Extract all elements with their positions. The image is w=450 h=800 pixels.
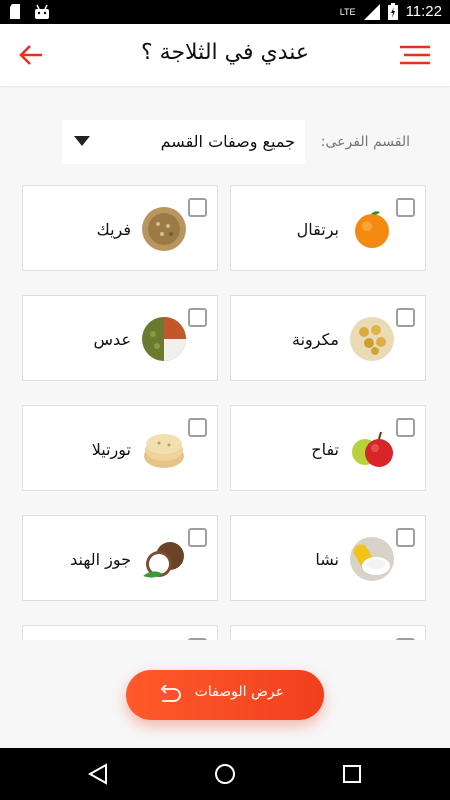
ingredient-name: جوز الهند (70, 550, 131, 569)
ingredient-checkbox[interactable] (396, 198, 415, 217)
menu-icon[interactable] (400, 44, 430, 66)
subcategory-label: القسم الفرعى: (320, 134, 410, 150)
apple-icon (352, 431, 393, 467)
android-icon (35, 4, 49, 19)
signal-icon (363, 3, 380, 20)
network-label: LTE (339, 6, 356, 17)
ingredient-card[interactable] (230, 625, 426, 640)
ingredient-card[interactable]: فريك (22, 185, 218, 271)
subcategory-filter: القسم الفرعى: جميع وصفات القسم (60, 120, 420, 166)
coconut-icon (143, 542, 184, 578)
show-recipes-button[interactable]: عرض الوصفات (126, 670, 324, 720)
ingredient-checkbox[interactable] (188, 638, 207, 640)
subcategory-dropdown[interactable]: جميع وصفات القسم (62, 120, 305, 164)
ingredient-checkbox[interactable] (188, 198, 207, 217)
ingredient-card[interactable]: عدس (22, 295, 218, 381)
tortilla-icon (144, 434, 184, 468)
ingredient-card[interactable]: برتقال (230, 185, 426, 271)
starch-icon (350, 537, 394, 581)
clock: 11:22 (405, 3, 442, 20)
ingredient-checkbox[interactable] (396, 308, 415, 327)
ingredient-name: تورتيلا (91, 440, 131, 459)
system-nav-bar (0, 748, 450, 800)
ingredient-checkbox[interactable] (188, 418, 207, 437)
return-arrow-icon (160, 685, 181, 702)
ingredient-card[interactable]: مكرونة (230, 295, 426, 381)
sd-card-icon (10, 4, 20, 19)
ingredient-card[interactable]: تورتيلا (22, 405, 218, 491)
ingredient-card[interactable] (22, 625, 218, 640)
ingredient-grid: برتقال فريك مكرونة عدس تفاح تورتيلا نشا … (0, 185, 450, 640)
nav-home-icon[interactable] (213, 762, 237, 786)
ingredient-checkbox[interactable] (396, 418, 415, 437)
ingredient-card[interactable]: نشا (230, 515, 426, 601)
status-bar: LTE 11:22 (0, 0, 450, 24)
app-bar: عندي في الثلاجة ؟ (0, 24, 450, 86)
lentils-icon (142, 317, 186, 361)
ingredient-card[interactable]: جوز الهند (22, 515, 218, 601)
ingredient-checkbox[interactable] (188, 528, 207, 547)
battery-icon (387, 3, 398, 20)
ingredient-name: مكرونة (292, 330, 339, 349)
ingredient-checkbox[interactable] (396, 638, 415, 640)
pasta-icon (350, 317, 394, 361)
ingredient-name: عدس (93, 330, 131, 349)
freekeh-icon (142, 207, 186, 251)
ingredient-name: فريك (96, 220, 131, 239)
ingredient-name: تفاح (311, 440, 339, 459)
page-title: عندي في الثلاجة ؟ (140, 40, 310, 65)
ingredient-checkbox[interactable] (188, 308, 207, 327)
ingredient-name: نشا (315, 550, 339, 569)
orange-icon (355, 211, 389, 248)
ingredient-card[interactable]: تفاح (230, 405, 426, 491)
nav-recents-icon[interactable] (340, 762, 364, 786)
subcategory-selected: جميع وصفات القسم (160, 132, 295, 151)
nav-back-icon[interactable] (86, 762, 110, 786)
show-recipes-label: عرض الوصفات (194, 684, 284, 700)
ingredient-checkbox[interactable] (396, 528, 415, 547)
dropdown-caret-icon (74, 136, 90, 146)
ingredient-name: برتقال (296, 220, 339, 239)
